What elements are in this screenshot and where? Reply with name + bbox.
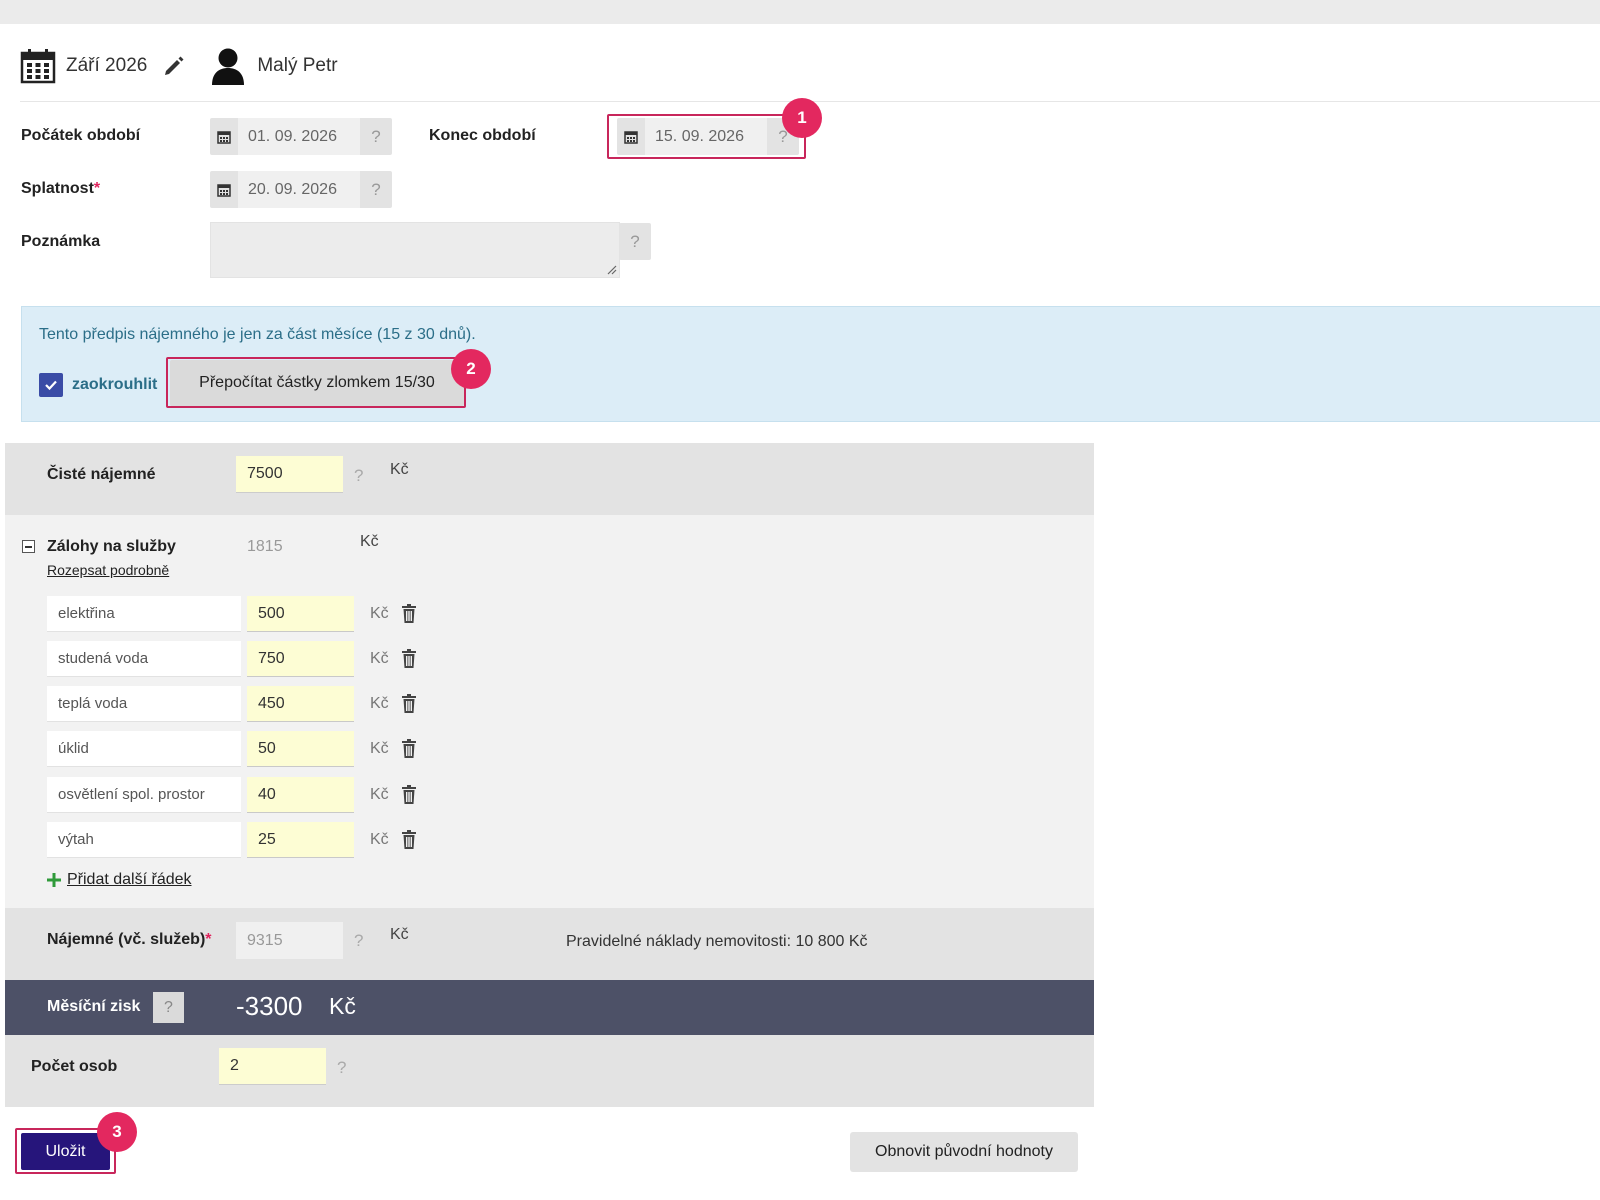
calendar-icon[interactable] — [210, 118, 238, 155]
trash-icon[interactable] — [401, 694, 417, 713]
trash-icon[interactable] — [401, 649, 417, 668]
services-total: 1815 — [247, 538, 283, 555]
detail-link[interactable]: Rozepsat podrobně — [47, 562, 169, 578]
currency-label: Kč — [360, 533, 379, 550]
required-marker: * — [205, 931, 212, 948]
total-rent-label-text: Nájemné (vč. služeb) — [47, 931, 206, 948]
top-strip — [0, 0, 1600, 24]
partial-month-message: Tento předpis nájemného je jen za část m… — [39, 326, 476, 343]
calendar-icon[interactable] — [210, 171, 238, 208]
period-month: Září 2026 — [66, 55, 148, 76]
start-date-label: Počátek období — [21, 127, 141, 144]
service-name-input[interactable]: teplá voda — [47, 686, 241, 722]
trash-icon[interactable] — [401, 785, 417, 804]
regular-costs-text: Pravidelné náklady nemovitosti: 10 800 K… — [566, 933, 868, 950]
note-help-icon[interactable]: ? — [619, 223, 651, 260]
due-date-field[interactable]: 20. 09. 2026 ? — [210, 171, 392, 208]
currency-label: Kč — [390, 926, 409, 943]
net-rent-row — [5, 443, 1094, 515]
help-icon[interactable]: ? — [153, 992, 184, 1023]
persons-label: Počet osob — [31, 1058, 118, 1075]
checkmark-icon — [45, 380, 57, 391]
total-rent-label: Nájemné (vč. služeb)* — [47, 931, 212, 949]
help-icon[interactable]: ? — [354, 466, 363, 486]
persons-input[interactable]: 2 — [219, 1048, 326, 1085]
net-rent-input[interactable]: 7500 — [236, 456, 343, 493]
service-amount-input[interactable]: 40 — [247, 777, 354, 813]
note-textarea[interactable] — [210, 222, 620, 278]
service-name-input[interactable]: osvětlení spol. prostor — [47, 777, 241, 813]
help-icon[interactable]: ? — [354, 931, 363, 951]
round-checkbox[interactable] — [39, 373, 63, 397]
net-rent-label: Čisté nájemné — [47, 466, 156, 483]
restore-defaults-button[interactable]: Obnovit původní hodnoty — [850, 1132, 1078, 1172]
note-label: Poznámka — [21, 233, 101, 250]
required-marker: * — [93, 180, 101, 197]
end-date-label: Konec období — [429, 127, 536, 144]
monthly-profit-value: -3300 — [236, 991, 303, 1021]
services-label: Zálohy na služby — [47, 538, 176, 555]
callout-badge-3: 3 — [97, 1112, 137, 1152]
callout-badge-1: 1 — [782, 98, 822, 138]
trash-icon[interactable] — [401, 830, 417, 849]
currency-label: Kč — [370, 695, 389, 712]
service-name-input[interactable]: studená voda — [47, 641, 241, 677]
persons-row — [5, 1035, 1094, 1107]
calendar-icon[interactable] — [20, 48, 56, 84]
trash-icon[interactable] — [401, 739, 417, 758]
service-name-input[interactable]: výtah — [47, 822, 241, 858]
callout-highlight-1 — [607, 114, 806, 159]
currency-label: Kč — [370, 786, 389, 803]
page-header: Září 2026 Malý Petr — [20, 46, 338, 86]
callout-highlight-2 — [166, 357, 466, 408]
resize-grip-icon[interactable] — [607, 265, 617, 275]
start-date-field[interactable]: 01. 09. 2026 ? — [210, 118, 392, 155]
service-amount-input[interactable]: 500 — [247, 596, 354, 632]
monthly-profit-row: Měsíční zisk ? -3300 Kč — [5, 980, 1094, 1035]
currency-label: Kč — [370, 740, 389, 757]
callout-badge-2: 2 — [451, 349, 491, 389]
trash-icon[interactable] — [401, 604, 417, 623]
due-date-label: Splatnost* — [21, 180, 100, 198]
help-icon[interactable]: ? — [360, 171, 392, 208]
total-rent-input: 9315 — [236, 922, 343, 959]
help-icon[interactable]: ? — [337, 1058, 346, 1078]
currency-label: Kč — [370, 650, 389, 667]
service-name-input[interactable]: elektřina — [47, 596, 241, 632]
round-label[interactable]: zaokrouhlit — [72, 376, 157, 394]
start-date-input[interactable]: 01. 09. 2026 — [238, 118, 360, 155]
due-date-input[interactable]: 20. 09. 2026 — [238, 171, 360, 208]
person-icon — [212, 48, 245, 85]
help-icon[interactable]: ? — [360, 118, 392, 155]
service-amount-input[interactable]: 450 — [247, 686, 354, 722]
tenant-name: Malý Petr — [257, 55, 338, 76]
monthly-profit-label: Měsíční zisk — [47, 998, 141, 1015]
service-amount-input[interactable]: 25 — [247, 822, 354, 858]
service-name-input[interactable]: úklid — [47, 731, 241, 767]
currency-label: Kč — [370, 831, 389, 848]
service-amount-input[interactable]: 50 — [247, 731, 354, 767]
add-row-label[interactable]: Přidat další řádek — [67, 871, 192, 889]
currency-label: Kč — [329, 993, 356, 1019]
plus-icon — [47, 873, 61, 887]
service-amount-input[interactable]: 750 — [247, 641, 354, 677]
due-date-label-text: Splatnost — [21, 180, 94, 197]
add-row-link[interactable]: Přidat další řádek — [47, 871, 192, 889]
currency-label: Kč — [390, 461, 409, 478]
pencil-icon[interactable] — [163, 55, 185, 77]
currency-label: Kč — [370, 605, 389, 622]
collapse-icon[interactable] — [22, 540, 35, 553]
